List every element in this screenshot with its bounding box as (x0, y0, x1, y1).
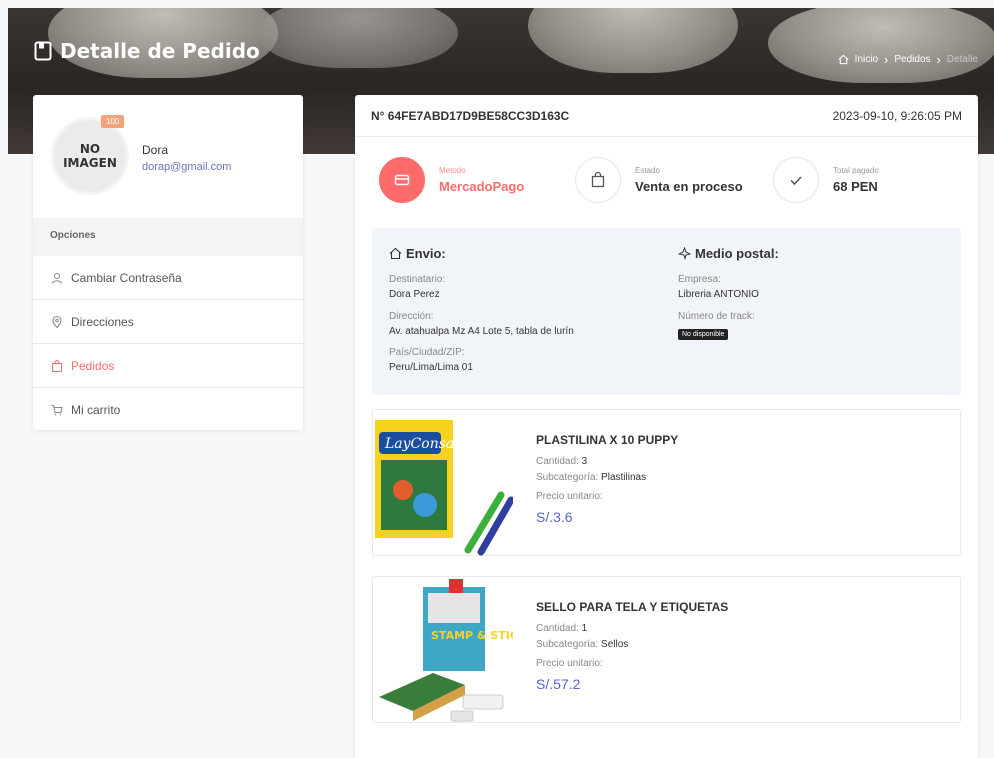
product-price: S/.57.2 (536, 676, 581, 692)
page-title-text: Detalle de Pedido (60, 39, 260, 63)
company-label: Empresa: (678, 274, 721, 285)
recipient-value: Dora Perez (389, 289, 440, 300)
country-label: País/Ciudad/ZIP: (389, 347, 465, 358)
cart-icon (51, 405, 63, 416)
menu-item-change-password[interactable]: Cambiar Contraseña (33, 256, 303, 300)
product-brand-text: LayConsa (384, 436, 454, 452)
company-value: Libreria ANTONIO (678, 289, 759, 300)
product-price: S/.3.6 (536, 509, 573, 525)
status-label: Estado (635, 166, 660, 175)
address-label: Dirección: (389, 311, 434, 322)
avatar-text: NO (79, 142, 101, 156)
check-icon (773, 157, 819, 203)
recipient-label: Destinatario: (389, 274, 446, 285)
user-email: dorap@gmail.com (142, 161, 232, 173)
menu-item-label: Direcciones (71, 314, 134, 329)
page-title: Detalle de Pedido (34, 39, 260, 63)
menu-item-label: Cambiar Contraseña (71, 270, 182, 285)
order-header: N° 64FE7ABD17D9BE58CC3D163C 2023-09-10, … (355, 95, 978, 137)
options-heading: Opciones (33, 218, 303, 256)
country-value: Peru/Lima/Lima 01 (389, 362, 473, 373)
total-label: Total pagado (833, 166, 879, 175)
breadcrumb-orders[interactable]: Pedidos (894, 54, 930, 65)
shipping-title: Envio: (389, 246, 446, 261)
product-name: PLASTILINA X 10 PUPPY (536, 433, 679, 447)
order-status: Estado Venta en proceso (575, 157, 743, 203)
total-value: 68 PEN (833, 179, 878, 194)
bag-icon (52, 359, 62, 372)
plane-icon (678, 247, 691, 260)
points-badge: 100 (101, 115, 125, 128)
breadcrumb-current: Detalle (946, 54, 978, 65)
address-value: Av. atahualpa Mz A4 Lote 5, tabla de lur… (389, 326, 574, 337)
product-image-plasticine: LayConsa (375, 420, 513, 556)
track-label: Número de track: (678, 311, 755, 322)
chevron-right-icon: › (936, 52, 941, 67)
track-status-badge: No disponible (678, 329, 729, 340)
lamp-decoration (768, 8, 994, 83)
user-name: Dora (142, 143, 169, 157)
product-quantity: Cantidad: 3 (536, 456, 588, 467)
home-icon (838, 54, 849, 65)
product-subcategory: Subcategoría: Sellos (536, 639, 629, 650)
shipping-info: Envio: Destinatario: Dora Perez Direcció… (372, 228, 961, 395)
profile-card: NO IMAGEN 100 Dora dorap@gmail.com Opcio… (33, 95, 303, 430)
payment-method: Metodo MercadoPago (379, 157, 524, 203)
menu-item-addresses[interactable]: Direcciones (33, 300, 303, 344)
home-icon (389, 247, 402, 260)
document-icon (34, 41, 52, 61)
order-card: N° 64FE7ABD17D9BE58CC3D163C 2023-09-10, … (355, 95, 978, 758)
order-id: N° 64FE7ABD17D9BE58CC3D163C (371, 109, 570, 123)
menu-item-orders[interactable]: Pedidos (33, 344, 303, 388)
unit-price-label: Precio unitario: (536, 491, 603, 502)
user-icon (52, 272, 62, 284)
location-icon (52, 315, 62, 328)
status-value: Venta en proceso (635, 179, 743, 194)
method-value: MercadoPago (439, 179, 525, 194)
avatar-text: IMAGEN (63, 156, 117, 170)
breadcrumb: Inicio › Pedidos › Detalle (838, 52, 978, 67)
unit-price-label: Precio unitario: (536, 658, 603, 669)
lamp-decoration (528, 8, 738, 73)
menu-item-label: Pedidos (71, 358, 115, 373)
product-subcategory: Subcategoría: Plastilinas (536, 472, 647, 483)
breadcrumb-home[interactable]: Inicio (855, 54, 878, 65)
lamp-decoration (258, 8, 458, 68)
postal-title: Medio postal: (678, 246, 779, 261)
product-name: SELLO PARA TELA Y ETIQUETAS (536, 600, 729, 614)
menu-item-cart[interactable]: Mi carrito (33, 388, 303, 432)
product-quantity: Cantidad: 1 (536, 623, 588, 634)
avatar: NO IMAGEN (51, 117, 129, 195)
product-brand-text: STAMP & STICK (431, 629, 513, 642)
card-icon (379, 157, 425, 203)
chevron-right-icon: › (884, 52, 889, 67)
method-label: Metodo (439, 166, 466, 175)
bag-icon (575, 157, 621, 203)
product-image-stamp: STAMP & STICK (379, 579, 513, 722)
order-total: Total pagado 68 PEN (773, 157, 879, 203)
order-date: 2023-09-10, 9:26:05 PM (832, 109, 962, 123)
menu-item-label: Mi carrito (71, 403, 121, 417)
product-card: LayConsa PLASTILINA X 10 PUPPY Cantidad:… (372, 409, 961, 556)
product-card: STAMP & STICK SELLO PARA TELA Y ETIQUETA… (372, 576, 961, 723)
